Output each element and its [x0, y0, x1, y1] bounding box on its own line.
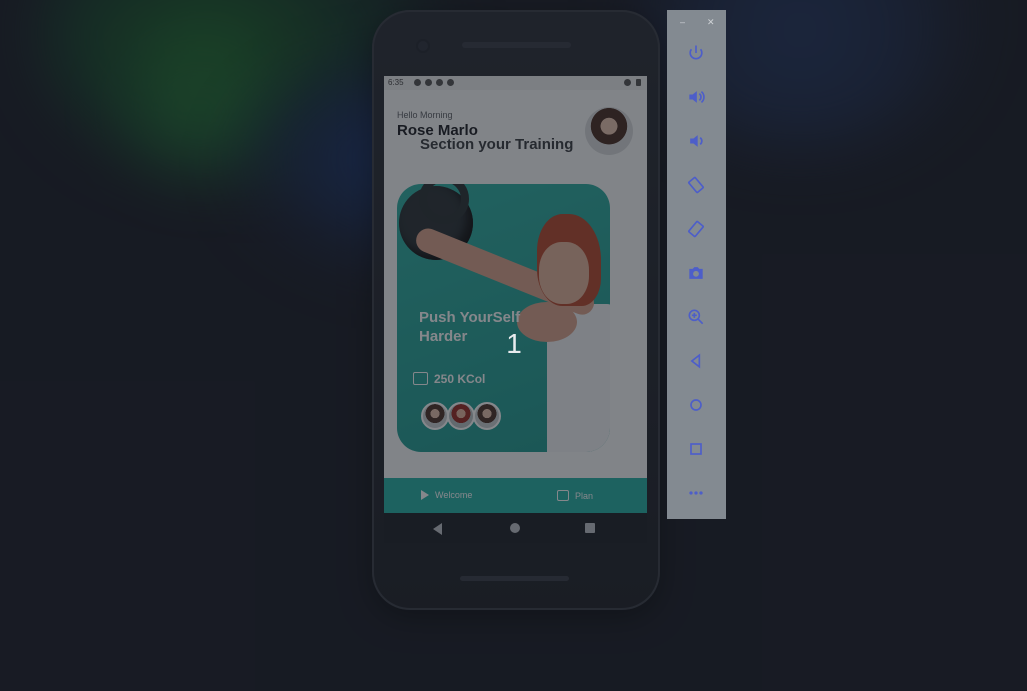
participant-avatar: [447, 402, 475, 430]
status-time: 6:35: [388, 78, 404, 87]
greeting-text: Hello Morning: [397, 110, 453, 120]
power-icon[interactable]: [682, 39, 710, 67]
calories-value: 250 KCol: [434, 372, 486, 386]
camera-icon[interactable]: [682, 259, 710, 287]
zoom-icon[interactable]: [682, 303, 710, 331]
calendar-icon: [557, 490, 569, 501]
recents-icon[interactable]: [585, 523, 595, 533]
folder-icon: [413, 372, 428, 385]
participant-avatar: [421, 402, 449, 430]
step-number: 1: [506, 328, 522, 359]
notification-icon: [425, 79, 432, 86]
front-camera: [418, 41, 428, 51]
battery-icon: [636, 79, 641, 86]
back-icon[interactable]: [682, 347, 710, 375]
volume-up-icon[interactable]: [682, 83, 710, 111]
notification-icon: [414, 79, 421, 86]
user-avatar[interactable]: [585, 107, 633, 155]
section-subtitle: Section your Training: [420, 136, 574, 153]
bottom-speaker: [460, 576, 569, 581]
notification-icon: [436, 79, 443, 86]
back-icon[interactable]: [433, 523, 442, 535]
training-card[interactable]: Push YourSelf Harder 250 KCol: [397, 184, 610, 452]
nav-welcome[interactable]: Welcome: [421, 490, 472, 500]
home-icon[interactable]: [510, 523, 520, 533]
notification-icon: [447, 79, 454, 86]
rotate-right-icon[interactable]: [682, 215, 710, 243]
rotate-left-icon[interactable]: [682, 171, 710, 199]
calories-label: 250 KCol: [413, 372, 485, 386]
status-bar: 6:35: [384, 76, 647, 90]
participant-avatar: [473, 402, 501, 430]
nav-plan-label: Plan: [575, 491, 594, 501]
earpiece-speaker: [462, 42, 571, 48]
nav-plan[interactable]: Plan: [557, 490, 593, 501]
home-icon[interactable]: [682, 391, 710, 419]
signal-icon: [624, 79, 631, 86]
overview-icon[interactable]: [682, 435, 710, 463]
bottom-navigation: Welcome Plan: [384, 478, 647, 513]
volume-down-icon[interactable]: [682, 127, 710, 155]
nav-welcome-label: Welcome: [435, 490, 473, 500]
minimize-button[interactable]: –: [680, 17, 685, 27]
emulator-toolbar: – ✕: [667, 10, 726, 519]
app-screen: 6:35 Hello Morning Rose Marlo Section yo…: [384, 76, 647, 513]
play-icon: [421, 490, 429, 500]
system-navigation-bar: [384, 513, 647, 543]
athlete-image: [539, 242, 589, 304]
more-icon[interactable]: [682, 479, 710, 507]
close-button[interactable]: ✕: [707, 17, 715, 28]
